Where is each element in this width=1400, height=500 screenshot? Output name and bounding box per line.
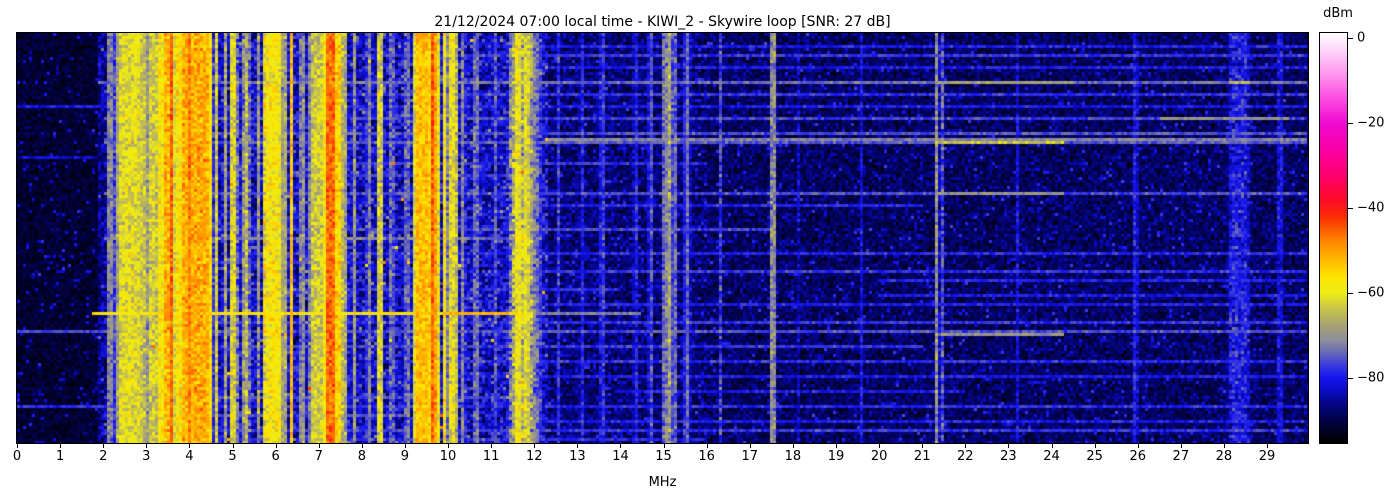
x-tick-label: 16 [698,449,715,464]
chart-title: 21/12/2024 07:00 local time - KIWI_2 - S… [434,14,891,30]
x-tick-mark [922,444,923,448]
x-tick-mark [362,444,363,448]
x-tick-label: 28 [1215,449,1233,464]
x-tick-label: 29 [1258,449,1276,464]
x-tick-label: 20 [870,449,888,464]
x-tick-label: 7 [314,449,323,464]
x-tick-mark [448,444,449,448]
x-tick-label: 15 [655,449,672,464]
x-tick-label: 2 [99,449,108,464]
x-tick-label: 5 [228,449,237,464]
x-tick-mark [1138,444,1139,448]
x-tick-label: 6 [271,449,280,464]
x-tick-label: 11 [482,449,500,464]
x-tick-label: 25 [1086,449,1103,464]
x-tick-label: 1 [55,449,65,464]
x-tick-mark [879,444,880,448]
colorbar-tick-label: −60 [1357,285,1385,301]
colorbar-canvas [1320,33,1347,443]
x-tick-label: 24 [1043,449,1060,464]
x-tick-mark [620,444,621,448]
x-tick-mark [60,444,61,448]
x-tick-label: 18 [784,449,802,464]
x-tick-label: 9 [400,449,410,464]
x-tick-mark [233,444,234,448]
x-tick-label: 14 [612,449,629,464]
colorbar-tick-mark [1348,38,1353,39]
x-tick-mark [17,444,18,448]
x-tick-mark [577,444,578,448]
waterfall-plot-frame [16,32,1309,444]
x-tick-label: 19 [827,449,845,464]
x-tick-mark [319,444,320,448]
waterfall-canvas [17,33,1308,443]
colorbar-tick-label: −40 [1357,200,1385,216]
x-tick-mark [276,444,277,448]
x-tick-mark [707,444,708,448]
x-tick-mark [146,444,147,448]
x-tick-label: 4 [185,449,194,464]
x-axis-label: MHz [648,475,677,490]
colorbar-tick-label: −20 [1357,115,1385,131]
x-tick-mark [405,444,406,448]
x-tick-mark [1008,444,1009,448]
x-tick-label: 12 [525,449,543,464]
spectrogram-figure: 21/12/2024 07:00 local time - KIWI_2 - S… [0,0,1400,500]
x-tick-mark [1267,444,1268,448]
x-tick-label: 27 [1172,449,1190,464]
x-tick-mark [1052,444,1053,448]
x-tick-label: 13 [569,449,586,464]
x-tick-mark [1181,444,1182,448]
x-tick-label: 17 [741,449,759,464]
colorbar-tick-mark [1348,378,1353,379]
x-tick-mark [1095,444,1096,448]
x-tick-label: 21 [913,449,931,464]
x-tick-mark [491,444,492,448]
colorbar-frame [1319,32,1348,444]
x-tick-mark [664,444,665,448]
x-tick-mark [1224,444,1225,448]
x-tick-label: 10 [439,449,457,464]
x-tick-label: 8 [357,449,366,464]
colorbar-tick-mark [1348,208,1353,209]
x-tick-mark [965,444,966,448]
x-tick-label: 0 [12,449,22,464]
x-tick-label: 22 [957,449,974,464]
colorbar-tick-label: 0 [1357,30,1366,46]
x-tick-mark [750,444,751,448]
colorbar-tick-label: −80 [1357,370,1385,386]
x-tick-mark [189,444,190,448]
x-tick-mark [103,444,104,448]
x-tick-label: 23 [1000,449,1017,464]
x-tick-mark [793,444,794,448]
colorbar-label: dBm [1323,6,1353,21]
x-tick-label: 26 [1129,449,1147,464]
colorbar-tick-mark [1348,123,1353,124]
x-tick-mark [534,444,535,448]
x-tick-mark [836,444,837,448]
x-tick-label: 3 [142,449,151,464]
colorbar-tick-mark [1348,293,1353,294]
